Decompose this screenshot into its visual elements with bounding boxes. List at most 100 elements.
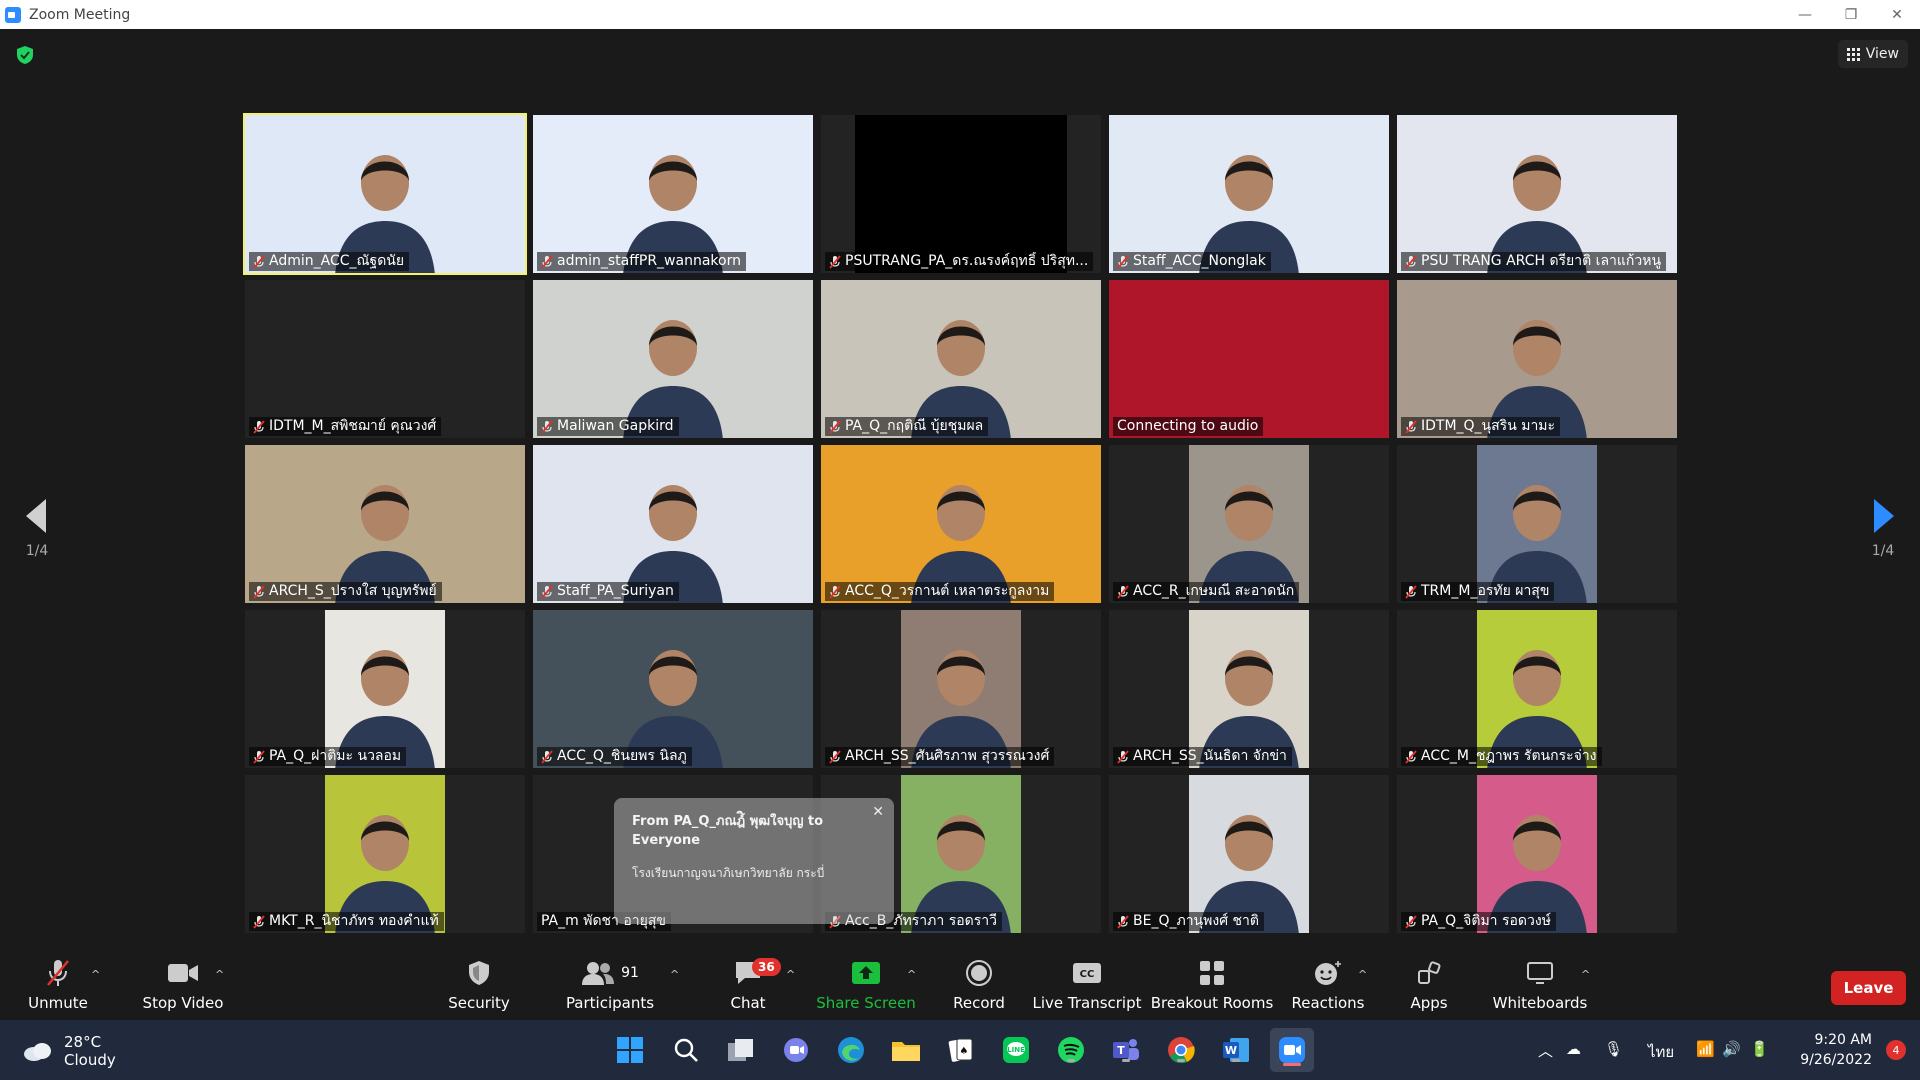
- task-view-button[interactable]: [723, 1032, 759, 1068]
- participant-tile[interactable]: ARCH_SS_นันธิดา จักข่า: [1109, 610, 1389, 768]
- chrome-button[interactable]: [1163, 1032, 1199, 1068]
- participant-tile[interactable]: MKT_R_นิชาภัทร ทองคำแท้: [245, 775, 525, 933]
- spotify-button[interactable]: [1053, 1032, 1089, 1068]
- search-taskbar-button[interactable]: [668, 1032, 704, 1068]
- start-button[interactable]: [612, 1032, 648, 1068]
- participant-tile[interactable]: ARCH_S_ปรางใส บุญทรัพย์: [245, 445, 525, 603]
- svg-text:LINE: LINE: [1007, 1046, 1025, 1054]
- clock-time: 9:20 AM: [1814, 1032, 1872, 1048]
- participant-tile[interactable]: Staff_ACC_Nonglak: [1109, 115, 1389, 273]
- encryption-shield-icon[interactable]: [16, 45, 34, 65]
- participants-options-caret[interactable]: ^: [670, 968, 679, 981]
- close-button[interactable]: ✕: [1874, 0, 1920, 29]
- live-transcript-button[interactable]: CC Live Transcript: [1032, 956, 1142, 1014]
- participant-tile[interactable]: ARCH_SS_ศันศิรภาพ สุวรรณวงศ์: [821, 610, 1101, 768]
- minimize-button[interactable]: —: [1782, 0, 1828, 29]
- participant-tile[interactable]: Connecting to audio: [1109, 280, 1389, 438]
- teams-chat-button[interactable]: [778, 1032, 814, 1068]
- chat-label: Chat: [730, 994, 766, 1012]
- participant-tile[interactable]: TRM_M_อรทัย ผาสุข: [1397, 445, 1677, 603]
- volume-icon[interactable]: 🔊: [1722, 1040, 1741, 1058]
- restore-button[interactable]: ❐: [1828, 0, 1874, 29]
- file-explorer-button[interactable]: [888, 1032, 924, 1068]
- mic-muted-icon: [829, 584, 841, 599]
- page-indicator-left: 1/4: [25, 543, 49, 559]
- participant-tile[interactable]: PSU TRANG ARCH ดรียาติ เลาแก้วหนู: [1397, 115, 1677, 273]
- unmute-label: Unmute: [28, 994, 88, 1012]
- word-button[interactable]: W: [1218, 1032, 1254, 1068]
- previous-page-button[interactable]: 1/4: [2, 499, 72, 559]
- participant-tile[interactable]: IDTM_Q_นุสริน มามะ: [1397, 280, 1677, 438]
- participant-name-label: Connecting to audio: [1113, 417, 1264, 436]
- participant-name: IDTM_Q_นุสริน มามะ: [1421, 418, 1556, 434]
- input-language[interactable]: ไทย: [1648, 1040, 1674, 1064]
- apps-label: Apps: [1410, 994, 1448, 1012]
- stop-video-button[interactable]: Stop Video: [136, 956, 230, 1014]
- participant-tile[interactable]: PA_Q_กฤติณี บุ้ยชุมผล: [821, 280, 1101, 438]
- wifi-icon[interactable]: 📶: [1696, 1040, 1715, 1058]
- leave-button[interactable]: Leave: [1831, 971, 1906, 1005]
- participant-tile[interactable]: ACC_M_ชฎาพร รัตนกระจ่าง: [1397, 610, 1677, 768]
- zoom-taskbar-button[interactable]: [1270, 1028, 1314, 1072]
- reactions-button[interactable]: Reactions: [1291, 956, 1365, 1014]
- audio-options-caret[interactable]: ^: [91, 968, 100, 981]
- participant-name-label: PA_Q_ฝาติมะ นวลอม: [249, 747, 407, 766]
- share-screen-label: Share Screen: [816, 994, 916, 1012]
- mic-muted-icon: [253, 749, 265, 764]
- onedrive-icon[interactable]: ☁: [1566, 1040, 1581, 1058]
- mic-muted-icon: [253, 914, 265, 929]
- line-app-button[interactable]: LINE: [998, 1032, 1034, 1068]
- security-button[interactable]: Security: [448, 956, 510, 1014]
- participant-tile[interactable]: BE_Q_ภานุพงศ์ ชาติ: [1109, 775, 1389, 933]
- participant-name-label: Admin_ACC_ณัฐดนัย: [249, 252, 410, 271]
- weather-widget[interactable]: 28°C Cloudy: [22, 1033, 116, 1069]
- notification-count-badge[interactable]: 4: [1886, 1040, 1906, 1060]
- meeting-controls: Unmute ^ Stop Video ^ Security 91 Partic…: [0, 948, 1920, 1020]
- battery-icon[interactable]: 🔋: [1750, 1040, 1769, 1058]
- participant-tile[interactable]: IDTM_M_สพิชฌาย์ คุณวงศ์: [245, 280, 525, 438]
- chat-options-caret[interactable]: ^: [786, 968, 795, 981]
- participant-tile[interactable]: ACC_Q_วรกานต์ เหลาตระกูลงาม: [821, 445, 1101, 603]
- security-label: Security: [448, 994, 510, 1012]
- chat-notification-popup[interactable]: ✕ From PA_Q_ภณฎ์ิ พุฒใจบุญ to Everyone โ…: [614, 798, 894, 924]
- mic-muted-icon: [1117, 749, 1129, 764]
- whiteboards-button[interactable]: Whiteboards: [1493, 956, 1587, 1014]
- close-icon[interactable]: ✕: [872, 804, 884, 820]
- participant-tile[interactable]: PA_Q_จิติมา รอดวงษ์: [1397, 775, 1677, 933]
- breakout-rooms-icon: [1200, 961, 1224, 985]
- participant-tile[interactable]: ACC_R_เกษมณี สะอาดนัก: [1109, 445, 1389, 603]
- share-screen-button[interactable]: Share Screen: [816, 956, 916, 1014]
- participant-tile[interactable]: ACC_Q_ชินยพร นิลภู: [533, 610, 813, 768]
- participant-tile[interactable]: Admin_ACC_ณัฐดนัย: [243, 113, 527, 275]
- participant-tile[interactable]: PA_Q_ฝาติมะ นวลอม: [245, 610, 525, 768]
- participant-name: admin_staffPR_wannakorn: [557, 253, 741, 269]
- microphone-tray-icon[interactable]: 🎙: [1604, 1040, 1623, 1058]
- participants-button[interactable]: 91 Participants: [566, 956, 654, 1014]
- reactions-options-caret[interactable]: ^: [1358, 968, 1367, 981]
- view-button[interactable]: View: [1837, 40, 1908, 68]
- teams-button[interactable]: T: [1108, 1032, 1144, 1068]
- windows-logo-icon: [617, 1037, 643, 1063]
- task-view-icon: [728, 1039, 753, 1061]
- breakout-rooms-button[interactable]: Breakout Rooms: [1151, 956, 1273, 1014]
- unmute-button[interactable]: Unmute: [28, 956, 88, 1014]
- record-button[interactable]: Record: [953, 956, 1005, 1014]
- mic-muted-icon: [253, 419, 265, 434]
- participant-tile[interactable]: PSUTRANG_PA_ดร.ณรงค์ฤทธิ์ ปริสุท...: [821, 115, 1101, 273]
- participant-tile[interactable]: Staff_PA_Suriyan: [533, 445, 813, 603]
- solitaire-button[interactable]: ♠: [943, 1032, 979, 1068]
- next-page-button[interactable]: 1/4: [1848, 499, 1918, 559]
- video-options-caret[interactable]: ^: [215, 968, 224, 981]
- edge-button[interactable]: [833, 1032, 869, 1068]
- system-clock[interactable]: 9:20 AM 9/26/2022: [1800, 1030, 1872, 1070]
- share-options-caret[interactable]: ^: [907, 968, 916, 981]
- chat-unread-badge: 36: [752, 958, 781, 976]
- participant-name: MKT_R_นิชาภัทร ทองคำแท้: [269, 913, 439, 929]
- participant-tile[interactable]: admin_staffPR_wannakorn: [533, 115, 813, 273]
- reactions-label: Reactions: [1291, 994, 1365, 1012]
- participant-name-label: PSUTRANG_PA_ดร.ณรงค์ฤทธิ์ ปริสุท...: [825, 252, 1094, 271]
- apps-button[interactable]: Apps: [1410, 956, 1448, 1014]
- show-hidden-icons-chevron[interactable]: ︿: [1538, 1040, 1553, 1061]
- participant-tile[interactable]: Maliwan Gapkird: [533, 280, 813, 438]
- whiteboards-options-caret[interactable]: ^: [1581, 968, 1590, 981]
